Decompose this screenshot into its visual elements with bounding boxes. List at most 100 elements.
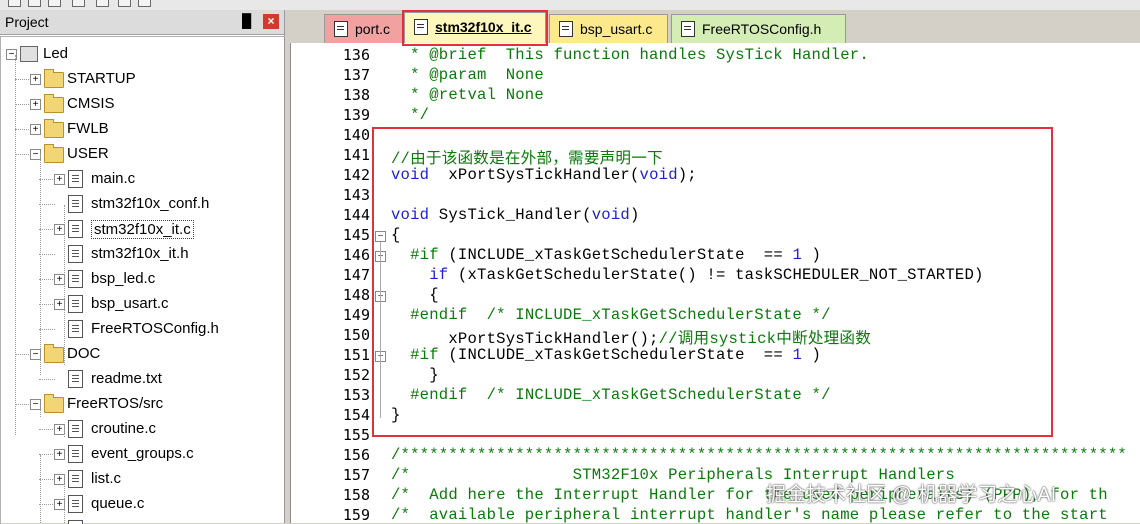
tree-item[interactable]: + bsp_led.c [1, 268, 285, 292]
arrow-icon[interactable] [8, 0, 21, 7]
file-icon [68, 520, 83, 524]
line-number: 139 [342, 106, 370, 124]
save-icon[interactable] [96, 0, 109, 7]
project-panel-header: Project █ × [0, 10, 284, 35]
tree-guide-line [64, 205, 65, 365]
file-icon [681, 21, 695, 37]
tree-item[interactable]: + main.c [1, 168, 285, 192]
code-token: * @param None [391, 66, 544, 84]
tree-item[interactable]: FreeRTOSConfig.h [1, 318, 285, 342]
tab-highlight-box [402, 10, 548, 46]
code-highlight-box [372, 127, 1053, 437]
code-line[interactable]: /* available peripheral interrupt handle… [391, 506, 1140, 523]
expand-icon[interactable]: + [30, 124, 41, 135]
file-icon [68, 370, 83, 388]
file-icon[interactable] [118, 0, 131, 7]
line-number: 155 [342, 426, 370, 444]
tree-item[interactable]: + STARTUP [1, 68, 285, 92]
expand-icon[interactable]: + [30, 74, 41, 85]
tree-item[interactable]: stm32f10x_conf.h [1, 193, 285, 217]
build-icon[interactable] [72, 0, 85, 7]
file-icon [68, 220, 83, 238]
tree-item[interactable]: + queue.c [1, 493, 285, 517]
code-line[interactable]: * @brief This function handles SysTick H… [391, 46, 1140, 66]
tree-guide-line [40, 405, 41, 417]
tree-item[interactable]: + stm32f10x_it.c [1, 218, 285, 242]
line-number: 159 [342, 506, 370, 523]
expand-icon[interactable]: + [54, 174, 65, 185]
line-number: 146 [342, 246, 370, 264]
tree-connector [39, 479, 55, 480]
code-line[interactable]: */ [391, 106, 1140, 126]
tree-item[interactable]: + FWLB [1, 118, 285, 142]
pin-icon[interactable]: █ [242, 13, 251, 28]
folder-icon [44, 69, 64, 88]
line-number: 137 [342, 66, 370, 84]
line-number: 147 [342, 266, 370, 284]
line-number: 140 [342, 126, 370, 144]
tree-connector [39, 254, 55, 255]
tab-freertosconfig-h[interactable]: FreeRTOSConfig.h [671, 14, 846, 43]
tree-item[interactable]: + CMSIS [1, 93, 285, 117]
tree-connector [39, 279, 55, 280]
file-icon [68, 170, 83, 188]
tree-item-label: croutine.c [91, 420, 157, 437]
project-tree: − Led + STARTUP + CMSIS + FWLB − USER + main.c stm32… [0, 36, 285, 524]
expand-icon[interactable]: + [30, 99, 41, 110]
tree-connector [39, 229, 55, 230]
tree-item[interactable]: stm32f10x_it.h [1, 243, 285, 267]
line-number: 150 [342, 326, 370, 344]
tree-connector [15, 404, 31, 405]
line-number: 154 [342, 406, 370, 424]
watermark: 掘金技术社区 @ 机器学习之心AI [766, 484, 1057, 506]
tree-connector [39, 429, 55, 430]
tab-label: bsp_usart.c [580, 21, 653, 37]
tree-item[interactable]: readme.txt [1, 368, 285, 392]
tab-port-c[interactable]: port.c [324, 14, 404, 43]
tree-connector [39, 329, 55, 330]
line-number: 158 [342, 486, 370, 504]
tree-item[interactable]: + croutine.c [1, 418, 285, 442]
file-icon [68, 420, 83, 438]
code-token: * @brief This function handles SysTick H… [391, 46, 869, 64]
tree-item[interactable]: + list.c [1, 468, 285, 492]
tree-guide-line [40, 455, 41, 524]
file-icon[interactable] [48, 0, 61, 7]
close-icon[interactable]: × [263, 14, 279, 29]
folder-open-icon [44, 344, 64, 363]
debug-icon[interactable] [138, 0, 151, 7]
line-number-gutter: 136 137 138 139 140 141 142 143 144 145 146 147 148 1… [291, 43, 371, 523]
tree-item-label: list.c [91, 470, 121, 487]
tree-connector [15, 354, 31, 355]
code-token: /* available peripheral interrupt handle… [391, 506, 1108, 523]
line-number: 151 [342, 346, 370, 364]
folder-icon [44, 119, 64, 138]
tree-item-label: stm32f10x_it.h [91, 245, 189, 262]
code-token: */ [391, 106, 430, 124]
tree-connector [39, 304, 55, 305]
tree-connector [15, 79, 31, 80]
tree-item-label: stm32f10x_it.c [91, 220, 194, 239]
file-icon [68, 195, 83, 213]
file-icon [68, 245, 83, 263]
tree-item[interactable]: − DOC [1, 343, 285, 367]
line-number: 145 [342, 226, 370, 244]
tree-connector [39, 454, 55, 455]
file-icon[interactable] [28, 0, 41, 7]
tree-item-label: bsp_led.c [91, 270, 156, 287]
code-line[interactable]: * @param None [391, 66, 1140, 86]
expand-icon[interactable]: + [54, 449, 65, 460]
tree-item[interactable]: + [1, 518, 285, 524]
project-panel: Project █ × − Led + STARTUP + CMSIS + FWLB − USER… [0, 10, 285, 524]
code-line[interactable]: * @retval None [391, 86, 1140, 106]
tree-item[interactable]: − Led [1, 43, 285, 67]
tree-item[interactable]: − FreeRTOS/src [1, 393, 285, 417]
file-icon [68, 470, 83, 488]
code-line[interactable]: /***************************************… [391, 446, 1140, 466]
tree-item[interactable]: + event_groups.c [1, 443, 285, 467]
tree-item[interactable]: + bsp_usart.c [1, 293, 285, 317]
line-number: 153 [342, 386, 370, 404]
tree-item[interactable]: − USER [1, 143, 285, 167]
line-number: 136 [342, 46, 370, 64]
tab-bsp-usart-c[interactable]: bsp_usart.c [549, 14, 668, 43]
